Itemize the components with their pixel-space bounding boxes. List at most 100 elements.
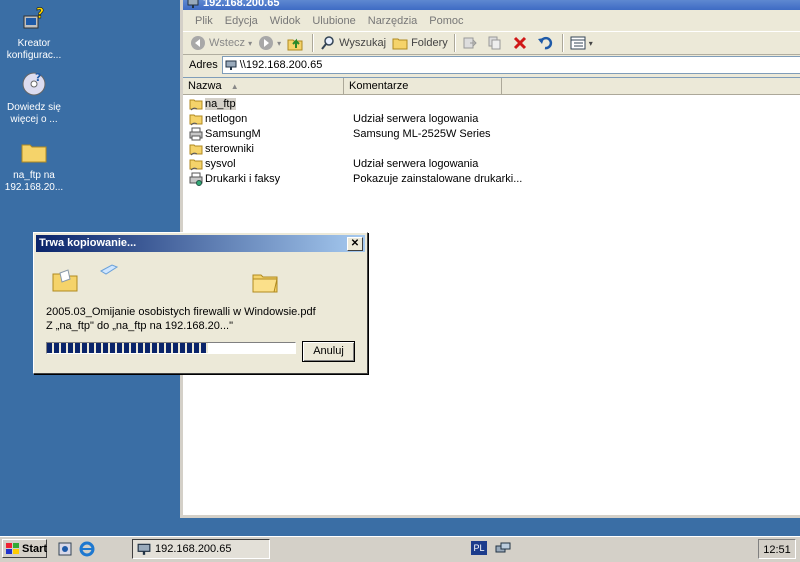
list-item[interactable]: sterowniki: [183, 141, 800, 156]
item-name: Drukarki i faksy: [205, 172, 281, 185]
taskbar-window-button[interactable]: 192.168.200.65: [132, 539, 270, 559]
copy-progress-bar: [46, 342, 296, 354]
search-icon: [320, 35, 336, 51]
item-comment: Samsung ML-2525W Series: [353, 127, 491, 140]
back-arrow-icon: [190, 35, 206, 51]
folders-button[interactable]: Foldery: [389, 33, 451, 53]
menu-plik[interactable]: Plik: [189, 12, 219, 30]
start-button[interactable]: Start: [2, 539, 47, 558]
views-icon: [570, 35, 586, 51]
desktop-icon-label: Dowiedz się więcej o ...: [7, 102, 61, 125]
taskbar-window-label: 192.168.200.65: [155, 543, 232, 555]
printers-faxes-icon: [189, 172, 203, 186]
menu-edycja[interactable]: Edycja: [219, 12, 264, 30]
address-input[interactable]: \\192.168.200.65: [221, 56, 800, 74]
move-to-button[interactable]: [459, 33, 484, 53]
printer-icon: [189, 127, 203, 141]
server-management-icon[interactable]: [57, 541, 73, 560]
network-drive-icon: [187, 0, 199, 9]
windows-logo-icon: [6, 542, 20, 555]
address-bar: Adres \\192.168.200.65: [183, 55, 800, 75]
chevron-down-icon: ▾: [588, 38, 593, 48]
dialog-title: Trwa kopiowanie...: [39, 237, 137, 249]
help-cd-icon: ?: [18, 68, 50, 100]
folders-label: Foldery: [411, 37, 448, 49]
share-folder-icon: [189, 142, 203, 156]
window-titlebar[interactable]: 192.168.200.65: [183, 0, 800, 10]
svg-text:?: ?: [36, 6, 44, 22]
network-tray-icon[interactable]: [495, 541, 511, 558]
copy-to-button[interactable]: [484, 33, 509, 53]
forward-arrow-icon: [258, 35, 274, 51]
move-to-icon: [462, 35, 478, 51]
address-label: Adres: [189, 59, 218, 71]
dialog-titlebar[interactable]: Trwa kopiowanie... ✕: [36, 235, 365, 252]
share-folder-icon: [189, 97, 203, 111]
svg-text:?: ?: [35, 71, 41, 84]
item-name: sterowniki: [205, 142, 254, 155]
column-header-name[interactable]: Nazwa ▲: [183, 78, 344, 94]
up-folder-icon: [287, 35, 303, 51]
menu-narzedzia[interactable]: Narzędzia: [362, 12, 424, 30]
item-name: sysvol: [205, 157, 236, 170]
column-header-name-label: Nazwa: [188, 80, 222, 92]
copy-source-destination: Z „na_ftp" do „na_ftp na 192.168.20...": [46, 320, 233, 332]
desktop-icon-label: Kreator konfigurac...: [6, 38, 62, 61]
share-folder-icon: [189, 112, 203, 126]
item-name: netlogon: [205, 112, 248, 125]
column-headers: Nazwa ▲ Komentarze: [183, 78, 800, 95]
toolbar-separator: [561, 34, 564, 52]
toolbar-separator: [312, 34, 315, 52]
desktop-icon-wizard[interactable]: ? Kreator konfigurac...: [0, 4, 68, 62]
up-folder-button[interactable]: [284, 33, 309, 53]
copy-to-icon: [487, 35, 503, 51]
source-folder-icon: [52, 269, 78, 296]
item-name: na_ftp: [205, 97, 236, 110]
search-button[interactable]: Wyszukaj: [317, 33, 389, 53]
item-comment: Pokazuje zainstalowane drukarki...: [353, 172, 523, 185]
back-button[interactable]: Wstecz ▾: [187, 33, 255, 53]
taskbar: Start 192.168.200.65 PL 12:51: [0, 536, 800, 562]
views-button[interactable]: ▾: [567, 33, 596, 53]
internet-explorer-icon[interactable]: [79, 541, 95, 560]
search-label: Wyszukaj: [339, 37, 387, 49]
quick-launch: [57, 541, 95, 560]
desktop-icon-na-ftp[interactable]: na_ftp na 192.168.20...: [0, 136, 68, 194]
list-item[interactable]: netlogon Udział serwera logowania: [183, 111, 800, 126]
item-comment: Udział serwera logowania: [353, 112, 479, 125]
toolbar: Wstecz ▾ ▾ Wyszukaj Foldery ▾: [183, 31, 800, 55]
menu-pomoc[interactable]: Pomoc: [423, 12, 469, 30]
progress-fill: [47, 343, 209, 353]
menu-bar: Plik Edycja Widok Ulubione Narzędzia Pom…: [183, 12, 800, 30]
desktop-icon-label: na_ftp na 192.168.20...: [4, 170, 64, 193]
menu-widok[interactable]: Widok: [264, 12, 307, 30]
column-header-comments[interactable]: Komentarze: [344, 78, 502, 94]
forward-button[interactable]: ▾: [255, 33, 284, 53]
menu-ulubione[interactable]: Ulubione: [306, 12, 361, 30]
wizard-icon: ?: [18, 4, 50, 36]
network-drive-icon: [137, 542, 151, 556]
item-name: SamsungM: [205, 127, 261, 140]
sort-ascending-icon: ▲: [230, 82, 239, 91]
copy-progress-dialog: Trwa kopiowanie... ✕ 2005.03_Omijanie os…: [33, 232, 368, 374]
list-item[interactable]: na_ftp: [183, 96, 800, 111]
list-item[interactable]: SamsungM Samsung ML-2525W Series: [183, 126, 800, 141]
network-drive-icon: [225, 59, 237, 71]
delete-x-icon: [512, 35, 528, 51]
share-folder-icon: [189, 157, 203, 171]
language-indicator[interactable]: PL: [471, 541, 487, 555]
back-label: Wstecz: [209, 37, 246, 49]
delete-button[interactable]: [509, 33, 534, 53]
close-button[interactable]: ✕: [347, 237, 363, 251]
toolbar-separator: [453, 34, 456, 52]
destination-folder-icon: [252, 271, 278, 296]
undo-button[interactable]: [534, 33, 559, 53]
list-item[interactable]: sysvol Udział serwera logowania: [183, 156, 800, 171]
close-icon: ✕: [350, 238, 360, 249]
undo-icon: [537, 35, 553, 51]
desktop-icon-learn-more[interactable]: ? Dowiedz się więcej o ...: [0, 68, 68, 126]
system-clock[interactable]: 12:51: [758, 539, 796, 559]
folder-icon: [18, 136, 50, 168]
cancel-button[interactable]: Anuluj: [302, 341, 355, 362]
list-item[interactable]: Drukarki i faksy Pokazuje zainstalowane …: [183, 171, 800, 186]
